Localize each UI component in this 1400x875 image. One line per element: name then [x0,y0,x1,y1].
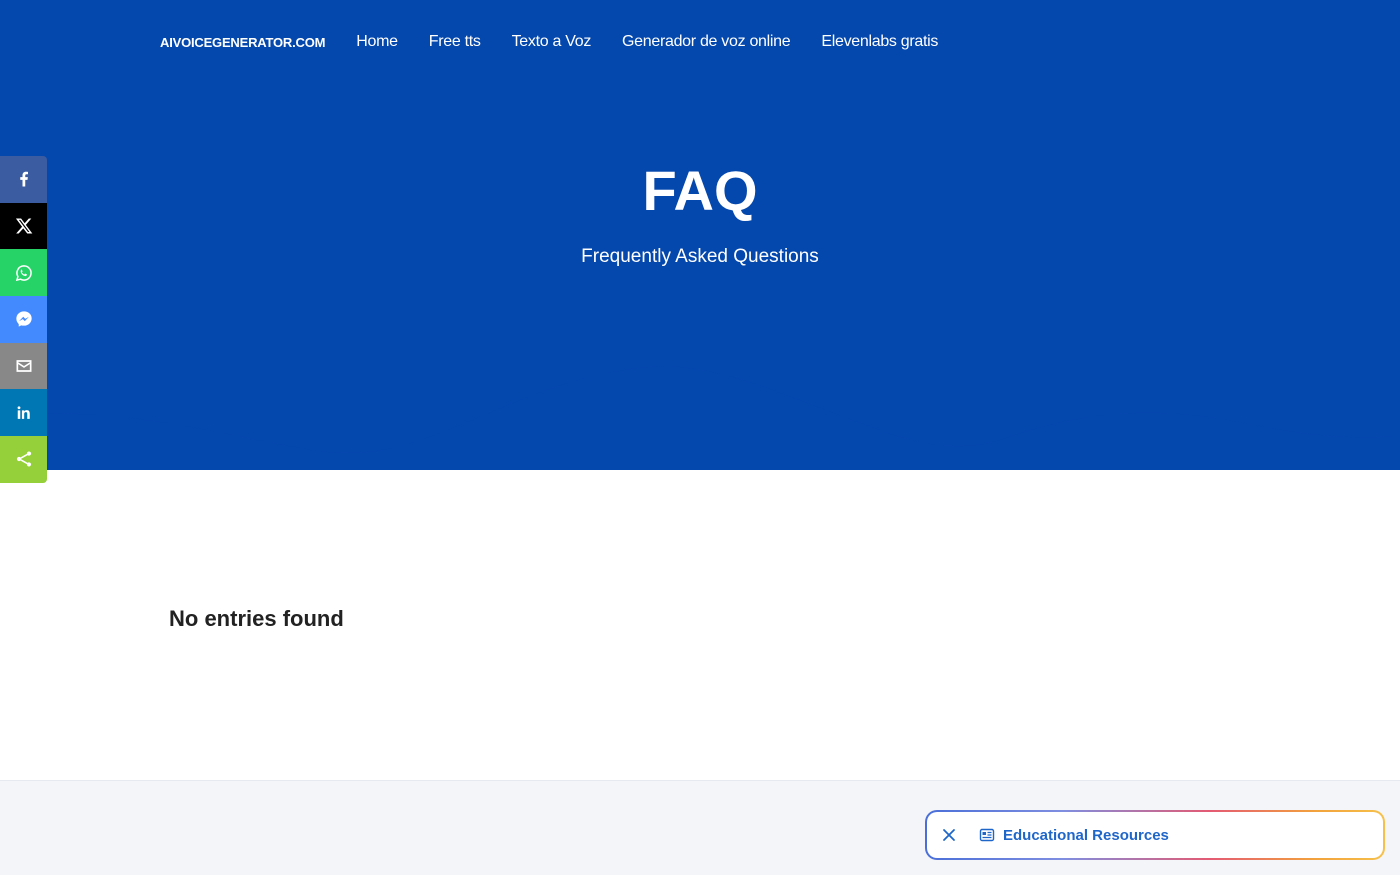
nav-link-home[interactable]: Home [356,33,398,51]
share-facebook-button[interactable] [0,156,47,203]
social-share-bar [0,156,47,483]
top-navigation: AIVOICEGENERATOR.COM Home Free tts Texto… [160,33,969,51]
educational-resources-label: Educational Resources [1003,826,1169,844]
empty-state-message: No entries found [169,606,344,631]
close-icon[interactable] [941,827,957,843]
x-icon [15,218,32,234]
share-whatsapp-button[interactable] [0,249,47,297]
nav-link-generador-de-voz[interactable]: Generador de voz online [622,33,791,51]
page-subtitle: Frequently Asked Questions [581,246,819,267]
share-email-button[interactable] [0,342,47,390]
nav-link-texto-a-voz[interactable]: Texto a Voz [512,33,592,51]
share-messenger-button[interactable] [0,296,47,343]
whatsapp-icon [15,264,32,281]
share-linkedin-button[interactable] [0,389,47,437]
educational-resources-pill-inner: Educational Resources [927,812,1383,858]
nav-link-elevenlabs-gratis[interactable]: Elevenlabs gratis [821,33,938,51]
email-icon [16,360,31,372]
nav-link-free-tts[interactable]: Free tts [429,33,481,51]
facebook-icon [19,172,28,187]
brand-logo-link[interactable]: AIVOICEGENERATOR.COM [160,35,325,50]
linkedin-icon [17,406,30,419]
share-icon [16,451,31,467]
newspaper-icon [979,828,995,842]
hero-wave-divider [0,300,1400,454]
page-title: FAQ [642,159,758,222]
messenger-icon [15,311,32,328]
educational-resources-pill[interactable]: Educational Resources [925,810,1385,860]
share-x-button[interactable] [0,202,47,250]
share-more-button[interactable] [0,436,47,483]
